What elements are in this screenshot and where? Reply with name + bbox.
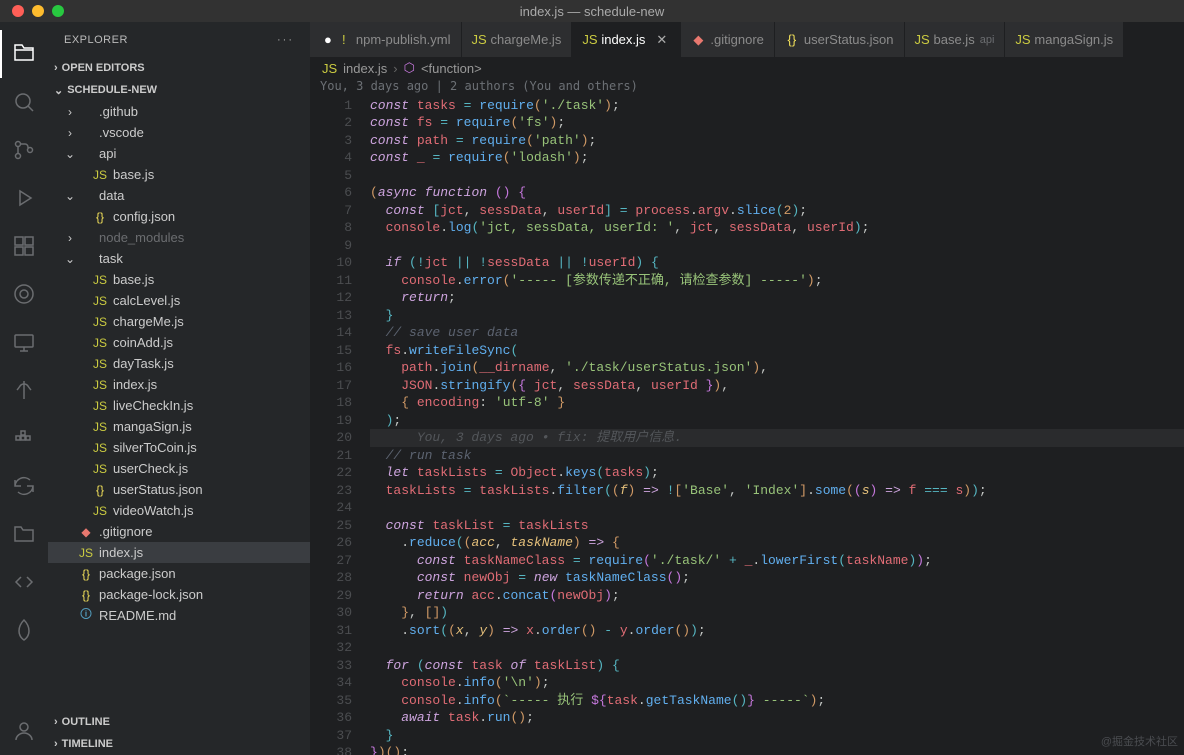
window-close-button[interactable]: [12, 5, 24, 17]
editor-tab[interactable]: JSindex.js✕: [572, 22, 681, 57]
folder-item[interactable]: ›node_modules: [48, 227, 310, 248]
file-item[interactable]: JSdayTask.js: [48, 353, 310, 374]
activity-debug[interactable]: [0, 174, 48, 222]
file-item[interactable]: JSvideoWatch.js: [48, 500, 310, 521]
section-timeline[interactable]: › TIMELINE: [48, 733, 310, 755]
activity-mongodb[interactable]: [0, 606, 48, 654]
file-item[interactable]: {}package.json: [48, 563, 310, 584]
blame-header: You, 3 days ago | 2 authors (You and oth…: [310, 79, 1184, 97]
code-content[interactable]: const tasks = require('./task');const fs…: [370, 97, 1184, 755]
editor-tabs: ●!npm-publish.ymlJSchargeMe.jsJSindex.js…: [310, 22, 1184, 57]
activity-search[interactable]: [0, 78, 48, 126]
folder-item[interactable]: ›.vscode: [48, 122, 310, 143]
file-item[interactable]: JSsilverToCoin.js: [48, 437, 310, 458]
file-tree: ›.github›.vscode⌄apiJSbase.js⌄data{}conf…: [48, 101, 310, 711]
activity-account[interactable]: [0, 707, 48, 755]
chevron-down-icon: ⌄: [54, 84, 63, 97]
window-minimize-button[interactable]: [32, 5, 44, 17]
file-item[interactable]: JSliveCheckIn.js: [48, 395, 310, 416]
code-editor[interactable]: 1234567891011121314151617181920212223242…: [310, 97, 1184, 755]
activity-explorer[interactable]: [0, 30, 48, 78]
editor-tab[interactable]: JSbase.js api: [905, 22, 1006, 57]
function-icon: ⬡: [404, 60, 415, 76]
breadcrumb-symbol: <function>: [421, 61, 482, 76]
js-icon: JS: [322, 61, 337, 76]
folder-item[interactable]: ⌄task: [48, 248, 310, 269]
sidebar-title: EXPLORER: [64, 34, 128, 46]
file-item[interactable]: {}package-lock.json: [48, 584, 310, 605]
file-item[interactable]: JSbase.js: [48, 269, 310, 290]
editor-tab[interactable]: {}userStatus.json: [775, 22, 905, 57]
file-item[interactable]: {}config.json: [48, 206, 310, 227]
chevron-right-icon: ›: [54, 716, 58, 728]
file-item[interactable]: JScoinAdd.js: [48, 332, 310, 353]
titlebar: index.js — schedule-new: [0, 0, 1184, 22]
activity-remote[interactable]: [0, 318, 48, 366]
folder-item[interactable]: ⌄data: [48, 185, 310, 206]
file-item[interactable]: JSuserCheck.js: [48, 458, 310, 479]
line-gutter: 1234567891011121314151617181920212223242…: [310, 97, 370, 755]
file-item[interactable]: JSbase.js: [48, 164, 310, 185]
activity-bar: [0, 22, 48, 755]
sidebar: EXPLORER ··· › OPEN EDITORS ⌄ SCHEDULE-N…: [48, 22, 310, 755]
file-item[interactable]: {}userStatus.json: [48, 479, 310, 500]
window-maximize-button[interactable]: [52, 5, 64, 17]
close-icon[interactable]: ✕: [656, 32, 670, 48]
section-open-editors[interactable]: › OPEN EDITORS: [48, 57, 310, 79]
activity-extensions[interactable]: [0, 222, 48, 270]
breadcrumb[interactable]: JS index.js › ⬡ <function>: [310, 57, 1184, 79]
chevron-right-icon: ›: [393, 61, 397, 76]
editor-area: ●!npm-publish.ymlJSchargeMe.jsJSindex.js…: [310, 22, 1184, 755]
activity-sync[interactable]: [0, 462, 48, 510]
activity-remote-button[interactable]: [0, 558, 48, 606]
window-title: index.js — schedule-new: [520, 4, 665, 19]
section-folder[interactable]: ⌄ SCHEDULE-NEW: [48, 79, 310, 101]
chevron-right-icon: ›: [54, 62, 58, 74]
editor-tab[interactable]: ◆.gitignore: [681, 22, 774, 57]
watermark: @掘金技术社区: [1101, 733, 1178, 749]
section-outline[interactable]: › OUTLINE: [48, 711, 310, 733]
file-item[interactable]: JScalcLevel.js: [48, 290, 310, 311]
file-item[interactable]: JSchargeMe.js: [48, 311, 310, 332]
editor-tab[interactable]: JSchargeMe.js: [462, 22, 573, 57]
chevron-right-icon: ›: [54, 738, 58, 750]
activity-docker[interactable]: [0, 414, 48, 462]
activity-test[interactable]: [0, 270, 48, 318]
file-item[interactable]: JSindex.js: [48, 374, 310, 395]
editor-tab[interactable]: ●!npm-publish.yml: [310, 22, 462, 57]
folder-item[interactable]: ⌄api: [48, 143, 310, 164]
activity-gitlens[interactable]: [0, 366, 48, 414]
activity-folder[interactable]: [0, 510, 48, 558]
activity-scm[interactable]: [0, 126, 48, 174]
file-item[interactable]: 🛈README.md: [48, 605, 310, 626]
editor-tab[interactable]: JSmangaSign.js: [1005, 22, 1124, 57]
sidebar-more-icon[interactable]: ···: [277, 34, 294, 46]
folder-item[interactable]: ›.github: [48, 101, 310, 122]
file-item[interactable]: JSindex.js: [48, 542, 310, 563]
breadcrumb-file: index.js: [343, 61, 387, 76]
file-item[interactable]: JSmangaSign.js: [48, 416, 310, 437]
file-item[interactable]: ◆.gitignore: [48, 521, 310, 542]
